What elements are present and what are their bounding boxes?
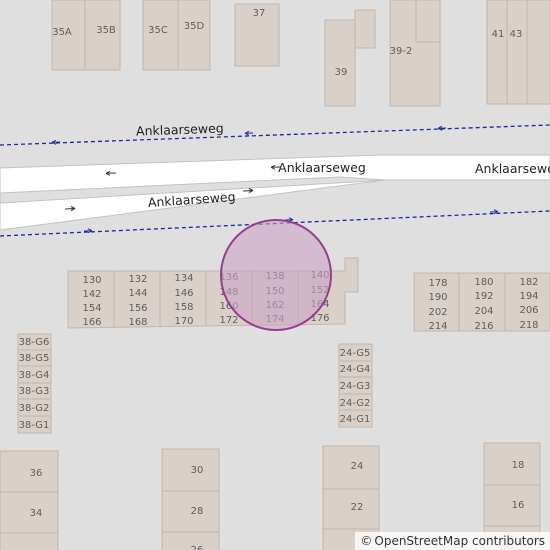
house-number: 39: [335, 67, 348, 78]
north-buildings: [51, 0, 550, 107]
house-number: 35A: [52, 27, 72, 38]
house-number: 216: [474, 321, 493, 332]
house-number: 168: [128, 317, 147, 328]
house-number: 39-2: [390, 46, 413, 57]
house-number: 142: [82, 289, 101, 300]
house-number: 172: [219, 315, 238, 326]
house-number: 35D: [184, 21, 205, 32]
house-number: 206: [519, 305, 538, 316]
garage-number: 24-G3: [340, 381, 371, 392]
house-number: 35C: [148, 25, 168, 36]
street-label: Anklaarseweg: [136, 120, 224, 138]
garage-number: 24-G4: [340, 364, 371, 375]
garage-number: 38-G3: [19, 386, 50, 397]
garage-number: 38-G1: [19, 420, 50, 431]
house-number: 192: [474, 291, 493, 302]
house-number: 144: [128, 288, 147, 299]
house-number: 130: [82, 275, 101, 286]
house-number: 170: [174, 316, 193, 327]
house-number: 24: [351, 461, 364, 472]
house-number: 154: [82, 303, 101, 314]
garage-number: 38-G6: [19, 337, 50, 348]
house-number: 132: [128, 274, 147, 285]
house-number: 166: [82, 317, 101, 328]
map-canvas: 35A 35B 35C 35D 37 39 39-2 41 43 Anklaar…: [0, 0, 550, 550]
house-number: 16: [512, 500, 525, 511]
house-number: 182: [519, 277, 538, 288]
house-number: 156: [128, 303, 147, 314]
house-number: 218: [519, 320, 538, 331]
house-number: 190: [428, 292, 447, 303]
house-number: 18: [512, 460, 525, 471]
garage-number: 24-G2: [340, 398, 371, 409]
map-attribution: © OpenStreetMap contributors: [355, 532, 550, 550]
house-number: 43: [510, 29, 523, 40]
attribution-link[interactable]: OpenStreetMap contributors: [374, 534, 545, 548]
house-number: 194: [519, 291, 538, 302]
house-number: 28: [191, 506, 204, 517]
garage-number: 38-G5: [19, 353, 50, 364]
map-view[interactable]: 35A 35B 35C 35D 37 39 39-2 41 43 Anklaar…: [0, 0, 550, 550]
house-number: 41: [492, 29, 505, 40]
house-number: 37: [253, 8, 266, 19]
house-number: 202: [428, 307, 447, 318]
house-number: 134: [174, 273, 193, 284]
garage-number: 38-G4: [19, 370, 50, 381]
house-number: 36: [30, 468, 43, 479]
street-label: Anklaarseweg: [278, 160, 366, 175]
location-marker-circle[interactable]: [220, 219, 332, 331]
house-number: 180: [474, 277, 493, 288]
house-number: 146: [174, 288, 193, 299]
house-number: 30: [191, 465, 204, 476]
house-number: 26: [191, 545, 204, 550]
copyright-icon: ©: [360, 534, 373, 548]
garage-number: 38-G2: [19, 403, 50, 414]
garages-38: [17, 333, 52, 434]
house-number: 158: [174, 302, 193, 313]
house-number: 204: [474, 306, 493, 317]
street-label: Anklaarseweg: [475, 161, 550, 176]
house-number: 178: [428, 278, 447, 289]
garage-number: 24-G5: [340, 348, 371, 359]
house-number: 35B: [96, 25, 116, 36]
house-number: 34: [30, 508, 43, 519]
garage-number: 24-G1: [340, 414, 371, 425]
house-number: 214: [428, 321, 447, 332]
house-number: 22: [351, 502, 364, 513]
